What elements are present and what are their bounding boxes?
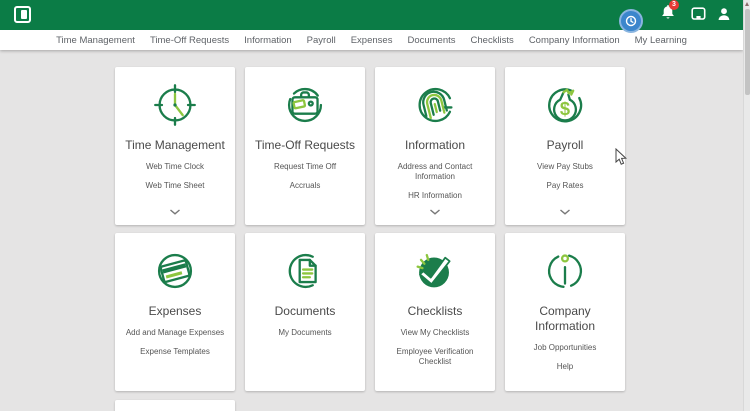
suitcase-icon [278, 78, 332, 132]
info-icon [538, 244, 592, 298]
paylocity-logo-icon[interactable] [14, 6, 31, 23]
card-documents: Documents My Documents [245, 233, 365, 391]
card-title[interactable]: Expenses [149, 304, 202, 319]
person-icon [717, 7, 731, 21]
link-employee-verification-checklist[interactable]: Employee Verification Checklist [383, 347, 487, 367]
credit-card-icon [148, 244, 202, 298]
link-pay-rates[interactable]: Pay Rates [547, 181, 584, 191]
card-partial-next-row [115, 400, 235, 411]
link-job-opportunities[interactable]: Job Opportunities [534, 343, 597, 353]
nav-information[interactable]: Information [244, 35, 292, 46]
nav-my-learning[interactable]: My Learning [635, 35, 687, 46]
nav-expenses[interactable]: Expenses [351, 35, 393, 46]
card-time-management: Time Management Web Time Clock Web Time … [115, 67, 235, 225]
card-information: Information Address and Contact Informat… [375, 67, 495, 225]
notification-badge: 3 [669, 0, 679, 10]
card-time-off-requests: Time-Off Requests Request Time Off Accru… [245, 67, 365, 225]
nav-payroll[interactable]: Payroll [307, 35, 336, 46]
link-address-contact-information[interactable]: Address and Contact Information [383, 162, 487, 182]
scrollbar-up-arrow-icon[interactable] [745, 2, 749, 6]
nav-checklists[interactable]: Checklists [471, 35, 514, 46]
chevron-down-icon[interactable] [166, 201, 185, 221]
time-clock-button[interactable] [619, 9, 643, 33]
card-company-information: Company Information Job Opportunities He… [505, 233, 625, 391]
device-icon [691, 7, 706, 21]
svg-text:$: $ [560, 98, 570, 119]
nav-documents[interactable]: Documents [407, 35, 455, 46]
document-icon [278, 244, 332, 298]
card-title[interactable]: Company Information [513, 304, 617, 334]
clock-icon [148, 78, 202, 132]
card-title[interactable]: Information [405, 138, 465, 153]
clock-history-icon [625, 15, 637, 27]
link-accruals[interactable]: Accruals [290, 181, 321, 191]
nav-time-management[interactable]: Time Management [56, 35, 135, 46]
link-hr-information[interactable]: HR Information [408, 191, 462, 201]
card-checklists: Checklists View My Checklists Employee V… [375, 233, 495, 391]
link-view-my-checklists[interactable]: View My Checklists [401, 328, 470, 338]
link-expense-templates[interactable]: Expense Templates [140, 347, 210, 357]
nav-time-off-requests[interactable]: Time-Off Requests [150, 35, 229, 46]
card-expenses: Expenses Add and Manage Expenses Expense… [115, 233, 235, 391]
link-my-documents[interactable]: My Documents [278, 328, 331, 338]
vertical-scrollbar[interactable] [743, 0, 750, 411]
card-title[interactable]: Payroll [547, 138, 584, 153]
nav-company-information[interactable]: Company Information [529, 35, 620, 46]
link-help[interactable]: Help [557, 362, 573, 372]
card-title[interactable]: Documents [275, 304, 336, 319]
link-view-pay-stubs[interactable]: View Pay Stubs [537, 162, 593, 172]
card-payroll: $ Payroll View Pay Stubs Pay Rates [505, 67, 625, 225]
checkmark-icon [408, 244, 462, 298]
dashboard-content: Time Management Web Time Clock Web Time … [0, 50, 743, 411]
link-web-time-clock[interactable]: Web Time Clock [146, 162, 204, 172]
scrollbar-thumb[interactable] [745, 9, 750, 95]
card-title[interactable]: Checklists [408, 304, 463, 319]
link-request-time-off[interactable]: Request Time Off [274, 162, 336, 172]
link-add-manage-expenses[interactable]: Add and Manage Expenses [126, 328, 224, 338]
card-grid: Time Management Web Time Clock Web Time … [115, 67, 625, 391]
fingerprint-icon [408, 78, 462, 132]
card-title[interactable]: Time-Off Requests [255, 138, 355, 153]
link-web-time-sheet[interactable]: Web Time Sheet [146, 181, 205, 191]
chevron-down-icon[interactable] [556, 201, 575, 221]
main-nav: Time Management Time-Off Requests Inform… [0, 30, 743, 50]
user-menu-button[interactable] [717, 7, 731, 21]
card-title[interactable]: Time Management [125, 138, 225, 153]
chevron-down-icon[interactable] [426, 201, 445, 221]
money-bag-icon: $ [538, 78, 592, 132]
devices-button[interactable] [691, 7, 706, 21]
